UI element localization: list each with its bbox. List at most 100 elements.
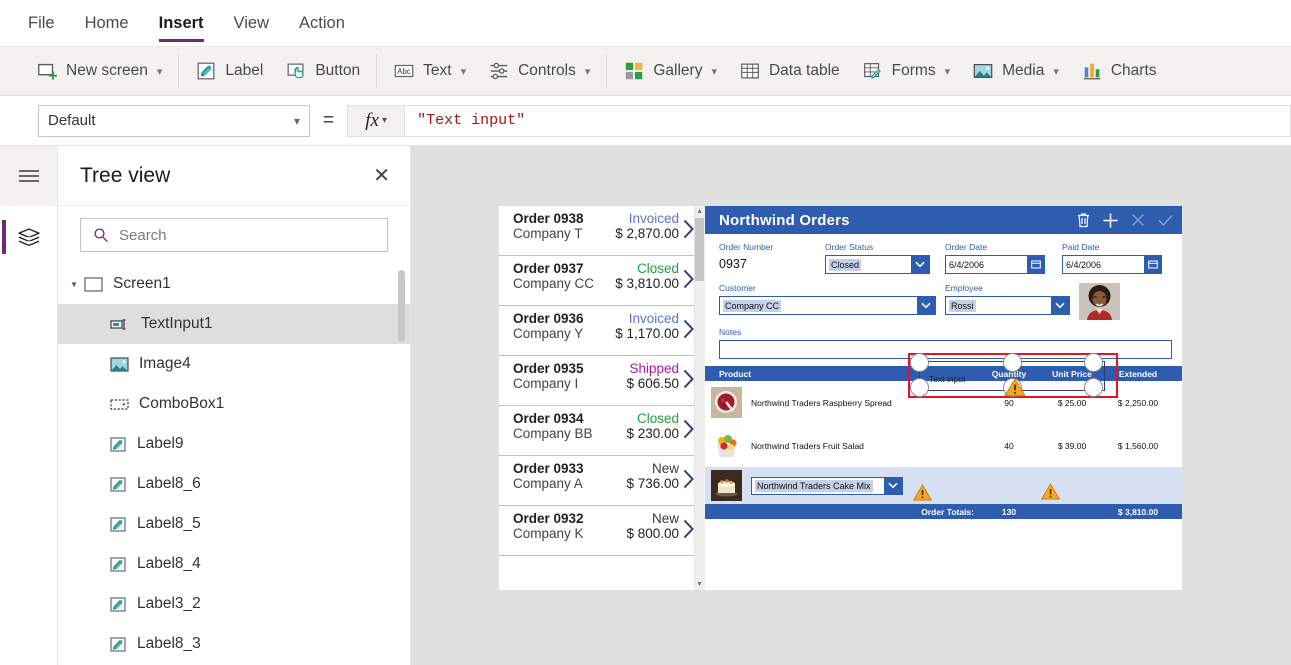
dropdown-value: Northwind Traders Cake Mix (755, 479, 873, 492)
data-table-icon (741, 63, 759, 79)
resize-handle-top-center[interactable] (1003, 353, 1022, 372)
ribbon-label: Data table (768, 62, 840, 79)
ribbon-separator (606, 54, 608, 88)
calendar-icon[interactable] (1027, 256, 1044, 273)
gallery-scrollbar[interactable]: ▲ ▼ (694, 206, 705, 590)
ribbon-controls-button[interactable]: Controls ▾ (477, 51, 601, 91)
company-name: Company Y (513, 326, 584, 341)
ribbon-media-button[interactable]: Media ▾ (961, 51, 1070, 91)
order-date-picker[interactable]: 6/4/2006 (945, 255, 1045, 274)
hamburger-button[interactable] (0, 146, 57, 206)
resize-handle-top-right[interactable] (1084, 353, 1103, 372)
menu-item-insert[interactable]: Insert (158, 0, 204, 46)
ribbon-label: Gallery (653, 62, 703, 79)
ribbon-charts-button[interactable]: Charts (1070, 51, 1168, 91)
ribbon-label: Forms (891, 62, 936, 79)
product-row-new[interactable]: Northwind Traders Cake Mix (705, 467, 1182, 504)
rail-item-tree-view[interactable] (0, 206, 57, 268)
gallery-item[interactable]: Order 0935 Shipped Company I $ 606.50 (499, 356, 705, 406)
gallery-item[interactable]: Order 0937 Closed Company CC $ 3,810.00 (499, 256, 705, 306)
tree-item-combobox1[interactable]: ComboBox1 (58, 384, 410, 424)
dropdown-value: Company CC (723, 299, 782, 312)
menu-item-home[interactable]: Home (85, 0, 129, 46)
ribbon-new-screen-button[interactable]: New screen ▾ (25, 51, 173, 91)
tree-item-image4[interactable]: Image4 (58, 344, 410, 384)
notes-input[interactable] (719, 340, 1172, 359)
chevron-down-icon[interactable] (911, 256, 929, 273)
order-id: Order 0934 (513, 411, 584, 426)
gallery-item[interactable]: Order 0936 Invoiced Company Y $ 1,170.00 (499, 306, 705, 356)
formula-input[interactable]: "Text input" (405, 104, 1291, 137)
scroll-up-icon[interactable]: ▲ (696, 208, 703, 215)
gallery-item[interactable]: Order 0933 New Company A $ 736.00 (499, 456, 705, 506)
ribbon-button-button[interactable]: Button (274, 51, 371, 91)
chevron-right-icon[interactable] (683, 269, 694, 289)
order-amount: $ 606.50 (626, 376, 679, 391)
chevron-right-icon[interactable] (683, 369, 694, 389)
ribbon-forms-button[interactable]: Forms ▾ (851, 51, 961, 91)
property-selector[interactable]: Default ▾ (38, 104, 310, 137)
resize-handle-top-left[interactable] (910, 353, 929, 372)
company-name: Company CC (513, 276, 595, 291)
tree-item-textinput1[interactable]: TextInput1 (58, 304, 410, 344)
calendar-icon[interactable] (1144, 256, 1161, 273)
customer-dropdown[interactable]: Company CC (719, 296, 936, 315)
ribbon-text-button[interactable]: Abc Text ▾ (382, 51, 477, 91)
gallery-item[interactable]: Order 0932 New Company K $ 800.00 (499, 506, 705, 556)
studio-body: Tree view ✕ ▼ Screen1 (0, 146, 1291, 665)
delete-icon[interactable] (1076, 212, 1091, 228)
chevron-right-icon[interactable] (683, 469, 694, 489)
tree-item-label: Label9 (137, 435, 184, 452)
paid-date-picker[interactable]: 6/4/2006 (1062, 255, 1162, 274)
dropdown-value: Closed (829, 258, 862, 271)
ribbon-label-button[interactable]: Label (184, 51, 274, 91)
chevron-down-icon[interactable] (1051, 297, 1069, 314)
tree-item-label8-6[interactable]: Label8_6 (58, 464, 410, 504)
menu-item-action[interactable]: Action (299, 0, 345, 46)
chevron-down-icon[interactable] (884, 477, 902, 494)
confirm-icon[interactable] (1157, 212, 1174, 228)
menu-item-file[interactable]: File (28, 0, 55, 46)
resize-handle-bottom-right[interactable] (1084, 378, 1103, 397)
cancel-icon[interactable] (1130, 212, 1146, 228)
new-product-cell: Northwind Traders Cake Mix (751, 476, 978, 501)
gallery-item[interactable]: Order 0934 Closed Company BB $ 230.00 (499, 406, 705, 456)
gallery-item[interactable]: Order 0938 Invoiced Company T $ 2,870.00 (499, 206, 705, 256)
tree-item-label3-2[interactable]: Label3_2 (58, 584, 410, 624)
chevron-down-icon[interactable] (917, 297, 935, 314)
tree-item-label8-5[interactable]: Label8_5 (58, 504, 410, 544)
tree-view-panel: Tree view ✕ ▼ Screen1 (58, 146, 411, 665)
close-icon[interactable]: ✕ (373, 166, 390, 186)
tree-scrollbar[interactable] (398, 270, 405, 342)
resize-handle-bottom-left[interactable] (910, 378, 929, 397)
menu-item-view[interactable]: View (234, 0, 269, 46)
chevron-right-icon[interactable] (683, 319, 694, 339)
tree-item-label8-4[interactable]: Label8_4 (58, 544, 410, 584)
new-screen-icon (38, 63, 58, 80)
ribbon-data-table-button[interactable]: Data table (728, 51, 851, 91)
product-row[interactable]: Northwind Traders Fruit Salad 40 $ 39.00… (705, 424, 1182, 467)
chevron-down-icon: ▾ (460, 65, 467, 78)
chevron-right-icon[interactable] (683, 419, 694, 439)
chevron-right-icon[interactable] (683, 519, 694, 539)
tree-item-screen1[interactable]: ▼ Screen1 (58, 264, 410, 304)
employee-dropdown[interactable]: Rossi (945, 296, 1070, 315)
caret-down-icon[interactable]: ▼ (70, 280, 84, 289)
add-icon[interactable] (1102, 212, 1119, 229)
menu-label: File (28, 13, 55, 32)
tree-item-label: TextInput1 (141, 315, 213, 332)
ribbon-gallery-button[interactable]: Gallery ▾ (612, 51, 728, 91)
tree-search-box[interactable] (80, 218, 388, 252)
gallery-scroll-thumb[interactable] (695, 218, 704, 281)
tree-item-label8-3[interactable]: Label8_3 (58, 624, 410, 664)
scroll-down-icon[interactable]: ▼ (696, 581, 703, 588)
order-status-dropdown[interactable]: Closed (825, 255, 930, 274)
product-quantity: 40 (1004, 440, 1014, 451)
orders-gallery[interactable]: Order 0938 Invoiced Company T $ 2,870.00… (499, 206, 705, 590)
company-name: Company I (513, 376, 579, 391)
fx-button[interactable]: fx ▾ (347, 104, 406, 137)
new-product-dropdown[interactable]: Northwind Traders Cake Mix (751, 476, 903, 495)
tree-item-label9[interactable]: Label9 (58, 424, 410, 464)
search-input[interactable] (119, 226, 375, 244)
chevron-right-icon[interactable] (683, 219, 694, 239)
